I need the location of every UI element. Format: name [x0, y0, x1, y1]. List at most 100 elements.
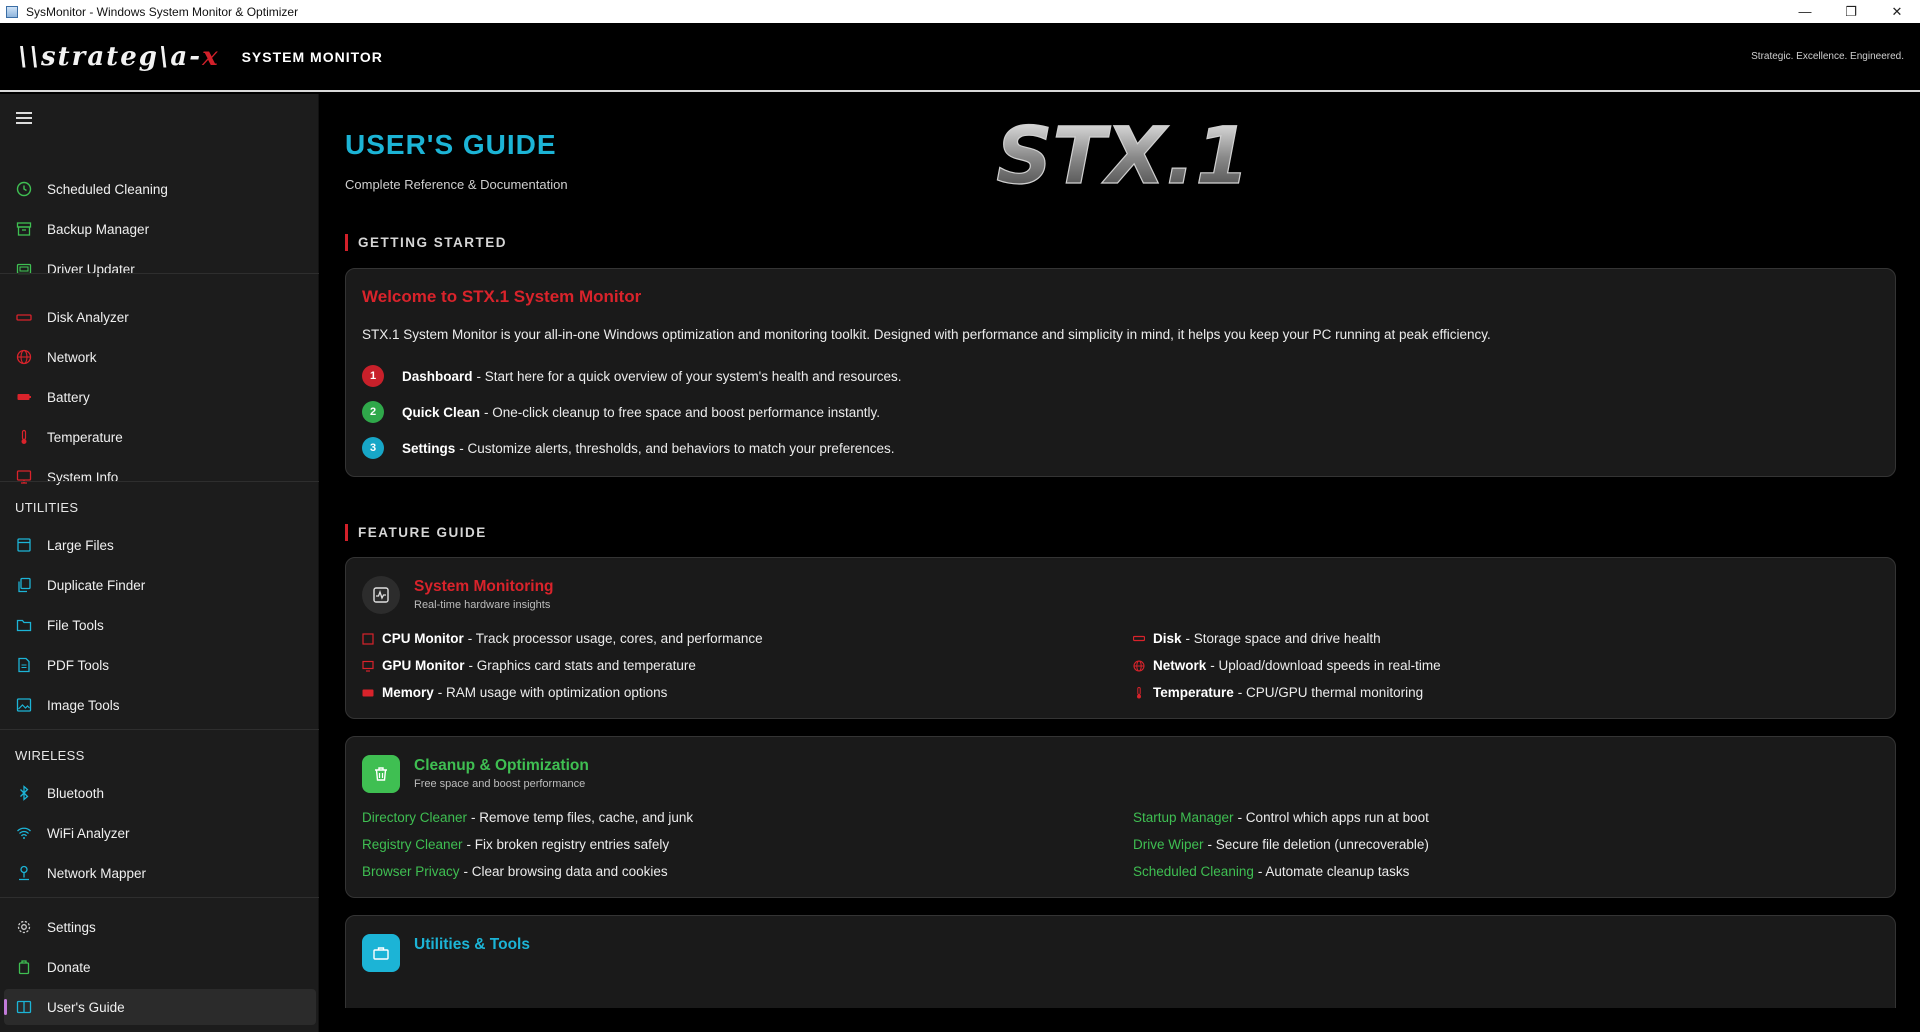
feature-item-cpu-monitor: CPU Monitor - Track processor usage, core… — [362, 631, 763, 646]
header-tagline: Strategic. Excellence. Engineered. — [1751, 51, 1904, 62]
sidebar-section-wireless: WIRELESS — [15, 748, 85, 763]
sidebar-item-network-mapper[interactable]: Network Mapper — [4, 855, 316, 891]
feature-item-startup-manager: Startup Manager - Control which apps run … — [1133, 810, 1429, 825]
window-controls: — ❐ ✕ — [1782, 0, 1920, 23]
globe-icon — [15, 348, 33, 366]
disk-icon — [15, 308, 33, 326]
feature-item-directory-cleaner: Directory Cleaner - Remove temp files, ca… — [362, 810, 694, 825]
sidebar-section-utilities: UTILITIES — [15, 500, 79, 515]
feature-card-cleanup-optimization: Cleanup & Optimization Free space and bo… — [345, 736, 1896, 898]
welcome-intro: STX.1 System Monitor is your all-in-one … — [362, 327, 1491, 342]
close-button[interactable]: ✕ — [1874, 0, 1920, 23]
step-number-badge: 1 — [362, 365, 384, 387]
toolbox-icon — [362, 934, 400, 972]
sidebar-divider — [0, 729, 319, 730]
feature-item-scheduled-cleaning: Scheduled Cleaning - Automate cleanup tas… — [1133, 864, 1410, 879]
feature-item-drive-wiper: Drive Wiper - Secure file deletion (unrec… — [1133, 837, 1429, 852]
step-number-badge: 3 — [362, 437, 384, 459]
donate-icon — [15, 958, 33, 976]
sidebar-item-pdf-tools[interactable]: PDF Tools — [4, 647, 316, 683]
window-titlebar: SysMonitor - Windows System Monitor & Op… — [0, 0, 1920, 23]
welcome-card: Welcome to STX.1 System Monitor STX.1 Sy… — [345, 268, 1896, 477]
folder-icon — [15, 616, 33, 634]
bluetooth-icon — [15, 784, 33, 802]
menu-toggle-icon[interactable] — [16, 112, 32, 124]
minimize-button[interactable]: — — [1782, 0, 1828, 23]
main-content: USER'S GUIDE Complete Reference & Docume… — [320, 94, 1920, 1008]
sidebar-item-scheduled-cleaning[interactable]: Scheduled Cleaning — [4, 171, 316, 207]
gpu-icon — [362, 660, 374, 672]
stx1-logo: STX.1 — [996, 117, 1251, 197]
network-mapper-icon — [15, 864, 33, 882]
step-number-badge: 2 — [362, 401, 384, 423]
sidebar-item-battery[interactable]: Battery — [4, 379, 316, 415]
book-icon — [15, 998, 33, 1016]
page-subtitle: Complete Reference & Documentation — [345, 177, 568, 192]
pdf-icon — [15, 656, 33, 674]
trash-icon — [362, 755, 400, 793]
memory-icon — [362, 687, 374, 699]
sidebar-divider — [0, 273, 319, 274]
feature-item-disk: Disk - Storage space and drive health — [1133, 631, 1381, 646]
image-icon — [15, 696, 33, 714]
sidebar-item-file-tools[interactable]: File Tools — [4, 607, 316, 643]
sidebar-item-backup-manager[interactable]: Backup Manager — [4, 211, 316, 247]
sidebar-item-disk-analyzer[interactable]: Disk Analyzer — [4, 299, 316, 335]
monitor-icon — [15, 468, 33, 486]
sidebar-item-users-guide[interactable]: User's Guide — [4, 989, 316, 1025]
sidebar-item-driver-updater[interactable]: Driver Updater — [4, 251, 316, 287]
chip-icon — [15, 260, 33, 278]
page-title: USER'S GUIDE — [345, 129, 557, 160]
step-settings: 3 Settings - Customize alerts, threshold… — [362, 437, 894, 459]
sidebar-item-bluetooth[interactable]: Bluetooth — [4, 775, 316, 811]
archive-icon — [15, 220, 33, 238]
svg-text:STX.1: STX.1 — [996, 117, 1249, 197]
section-heading-getting-started: GETTING STARTED — [345, 234, 507, 251]
welcome-title: Welcome to STX.1 System Monitor — [362, 287, 642, 306]
feature-item-browser-privacy: Browser Privacy - Clear browsing data and… — [362, 864, 668, 879]
sidebar-item-settings[interactable]: Settings — [4, 909, 316, 945]
feature-item-gpu-monitor: GPU Monitor - Graphics card stats and tem… — [362, 658, 696, 673]
feature-card-utilities-tools: Utilities & Tools — [345, 915, 1896, 1008]
sidebar-item-network[interactable]: Network — [4, 339, 316, 375]
header-title: SYSTEM MONITOR — [241, 48, 383, 65]
disk-icon — [1133, 633, 1145, 645]
wifi-icon — [15, 824, 33, 842]
activity-icon — [362, 576, 400, 614]
feature-card-system-monitoring: System Monitoring Real-time hardware ins… — [345, 557, 1896, 719]
copy-icon — [15, 576, 33, 594]
sidebar-item-image-tools[interactable]: Image Tools — [4, 687, 316, 723]
feature-title: Utilities & Tools — [414, 936, 530, 953]
feature-title: Cleanup & Optimization — [414, 757, 589, 774]
sidebar-item-large-files[interactable]: Large Files — [4, 527, 316, 563]
file-stack-icon — [15, 536, 33, 554]
gear-icon — [15, 918, 33, 936]
sidebar-item-wifi-analyzer[interactable]: WiFi Analyzer — [4, 815, 316, 851]
sidebar-item-duplicate-finder[interactable]: Duplicate Finder — [4, 567, 316, 603]
feature-item-registry-cleaner: Registry Cleaner - Fix broken registry en… — [362, 837, 670, 852]
bottom-strip — [320, 1008, 1920, 1032]
cpu-icon — [362, 632, 374, 645]
brand-logo: \\strateg\a-x — [18, 41, 220, 72]
sidebar: Scheduled Cleaning Backup Manager Driver… — [0, 94, 319, 1032]
window-title: SysMonitor - Windows System Monitor & Op… — [26, 4, 299, 19]
step-quick-clean: 2 Quick Clean - One-click cleanup to fre… — [362, 401, 880, 423]
restore-button[interactable]: ❐ — [1828, 0, 1874, 23]
feature-item-network: Network - Upload/download speeds in real-… — [1133, 658, 1441, 673]
thermometer-icon — [1133, 686, 1145, 699]
feature-item-temperature: Temperature - CPU/GPU thermal monitoring — [1133, 685, 1423, 700]
app-icon — [6, 5, 18, 18]
thermometer-icon — [15, 428, 33, 446]
section-heading-feature-guide: FEATURE GUIDE — [345, 524, 487, 541]
feature-subtitle: Real-time hardware insights — [414, 599, 551, 611]
sidebar-divider — [0, 897, 319, 898]
feature-item-memory: Memory - RAM usage with optimization opti… — [362, 685, 667, 700]
sidebar-item-donate[interactable]: Donate — [4, 949, 316, 985]
feature-title: System Monitoring — [414, 578, 554, 595]
step-dashboard: 1 Dashboard - Start here for a quick ove… — [362, 365, 902, 387]
feature-subtitle: Free space and boost performance — [414, 778, 586, 790]
clock-icon — [15, 180, 33, 198]
sidebar-item-system-info[interactable]: System Info — [4, 459, 316, 495]
globe-icon — [1133, 659, 1145, 672]
sidebar-item-temperature[interactable]: Temperature — [4, 419, 316, 455]
